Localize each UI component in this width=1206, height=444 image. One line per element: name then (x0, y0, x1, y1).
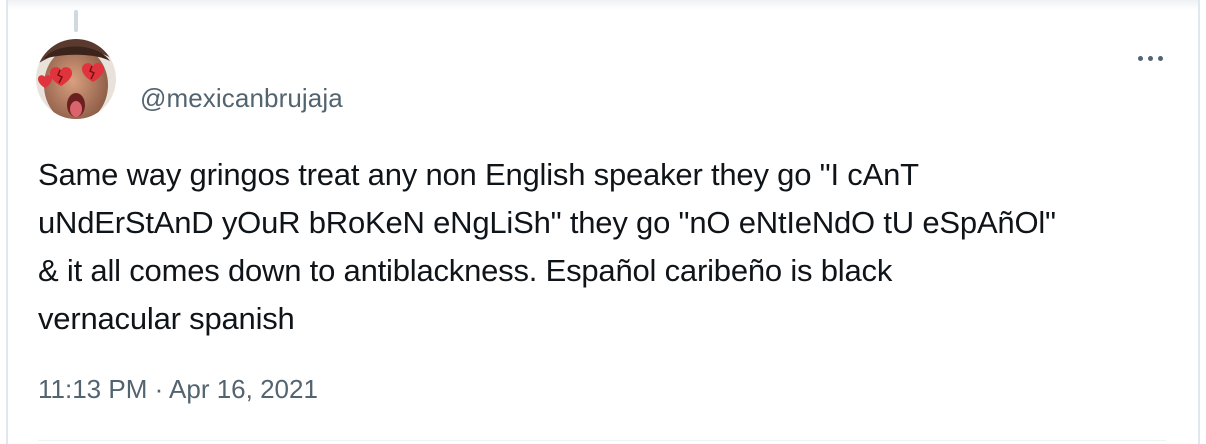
more-options-button[interactable] (1128, 42, 1172, 74)
more-horizontal-icon (1137, 55, 1163, 61)
card-border-right (1198, 0, 1200, 444)
author-username[interactable]: @mexicanbrujaja (140, 82, 343, 114)
divider (38, 440, 1166, 441)
thread-connector-line (74, 10, 78, 32)
tweet-text: Same way gringos treat any non English s… (38, 157, 1056, 336)
card-top-shadow (8, 0, 1198, 10)
avatar-image (36, 39, 116, 119)
avatar[interactable] (36, 39, 116, 119)
card-border-left (6, 0, 8, 444)
tweet-timestamp[interactable]: 11:13 PM · Apr 16, 2021 (38, 372, 318, 406)
